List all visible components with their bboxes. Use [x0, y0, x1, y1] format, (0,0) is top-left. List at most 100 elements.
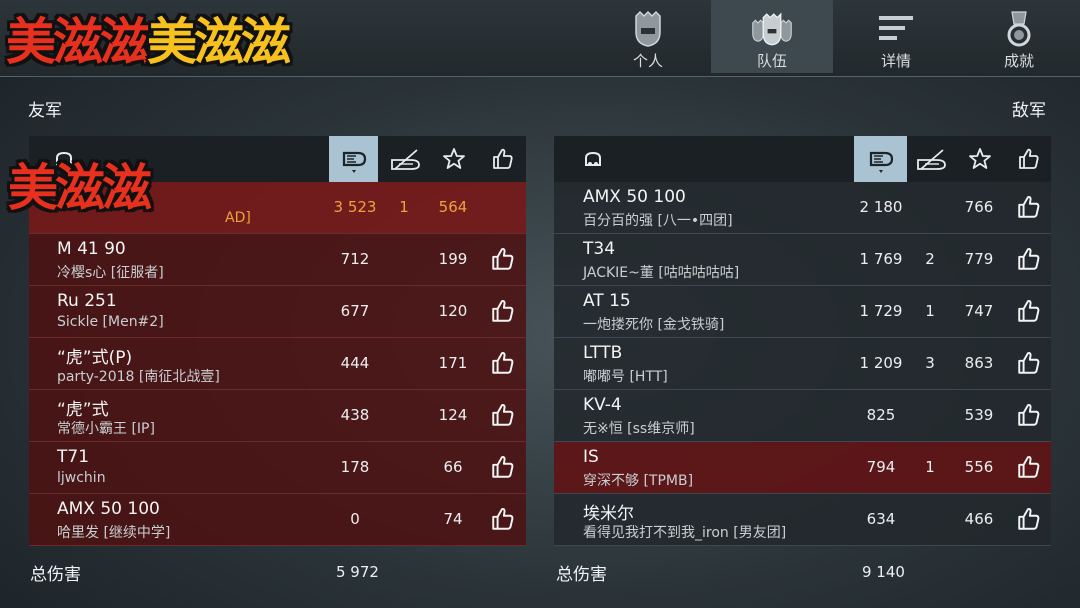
like-thumbs-up-icon[interactable] — [490, 454, 516, 480]
exp-value: 766 — [964, 198, 994, 216]
like-column-icon[interactable] — [1004, 136, 1053, 182]
like-column-icon[interactable] — [478, 136, 527, 182]
tab-personal[interactable]: 个人 — [587, 0, 709, 73]
like-thumbs-up-icon[interactable] — [1016, 402, 1042, 428]
player-name: 穿深不够 [TPMB] — [583, 473, 694, 489]
tab-achievements[interactable]: 成就 — [958, 0, 1080, 73]
kills-column-icon[interactable] — [381, 136, 430, 182]
enemy-total-damage-label: 总伤害 — [556, 565, 607, 585]
vehicle-name: “虎”式(P) — [57, 348, 133, 368]
player-name: 看得见我打不到我_iron [男友团] — [583, 525, 787, 541]
enemy-total-damage-value: 9 140 — [862, 563, 905, 581]
like-thumbs-up-icon[interactable] — [490, 298, 516, 324]
vehicle-name: LTTB — [583, 343, 623, 363]
sticker-overlay-top: 美滋滋美滋滋 — [6, 13, 291, 71]
damage-value: 444 — [340, 354, 370, 372]
kills-column-icon[interactable] — [907, 136, 956, 182]
achievement-medal-icon — [1007, 11, 1031, 47]
exp-value: 66 — [443, 458, 463, 476]
table-row[interactable]: M 41 90 冷樱s心 [征服者] 712 199 — [29, 234, 526, 286]
vehicle-name: AMX 50 100 — [57, 499, 160, 519]
exp-value: 171 — [438, 354, 468, 372]
vehicle-name: “虎”式 — [57, 400, 109, 420]
table-row[interactable]: AT 15 一炮搂死你 [金戈铁骑] 1 729 1 747 — [554, 286, 1051, 338]
enemy-team-title: 敌军 — [1012, 101, 1046, 121]
player-name: 无※恒 [ss维京师] — [583, 421, 695, 437]
ally-total-damage-label: 总伤害 — [30, 565, 81, 585]
like-thumbs-up-icon[interactable] — [1016, 506, 1042, 532]
like-thumbs-up-icon[interactable] — [490, 246, 516, 272]
table-row[interactable]: Ru 251 Sickle [Men#2] 677 120 — [29, 286, 526, 338]
damage-value: 2 180 — [859, 198, 903, 216]
exp-value: 124 — [438, 406, 468, 424]
table-row[interactable]: KV-4 无※恒 [ss维京师] 825 539 — [554, 390, 1051, 442]
table-row[interactable]: “虎”式(P) party-2018 [南征北战壹] 444 171 — [29, 338, 526, 390]
exp-value: 779 — [964, 250, 994, 268]
tab-personal-label: 个人 — [632, 52, 663, 70]
exp-value: 199 — [438, 250, 468, 268]
damage-shell-icon — [342, 151, 366, 173]
exp-value: 564 — [438, 198, 468, 216]
team-helmets-icon — [752, 12, 792, 46]
tab-team-label: 队伍 — [756, 52, 787, 70]
table-row[interactable]: “虎”式 常德小霸王 [IP] 438 124 — [29, 390, 526, 442]
exp-value: 466 — [964, 510, 994, 528]
like-thumbs-up-icon[interactable] — [1016, 298, 1042, 324]
like-thumbs-up-icon[interactable] — [490, 506, 516, 532]
player-name: 哈里发 [继续中学] — [57, 525, 171, 541]
player-name: party-2018 [南征北战壹] — [57, 369, 220, 385]
damage-value: 677 — [340, 302, 370, 320]
damage-value: 178 — [340, 458, 370, 476]
like-thumbs-up-icon[interactable] — [1016, 194, 1042, 220]
vehicle-name: T71 — [57, 447, 90, 467]
like-thumbs-up-icon[interactable] — [1016, 454, 1042, 480]
table-row[interactable]: 埃米尔 看得见我打不到我_iron [男友团] 634 466 — [554, 494, 1051, 546]
player-name: JACKIE~董 [咕咕咕咕咕] — [583, 265, 740, 281]
enemy-table-header — [554, 136, 1051, 182]
vehicle-name: KV-4 — [583, 395, 622, 415]
like-thumbs-up-icon[interactable] — [1016, 246, 1042, 272]
table-row[interactable]: T34 JACKIE~董 [咕咕咕咕咕] 1 769 2 779 — [554, 234, 1051, 286]
damage-value: 0 — [350, 510, 360, 528]
like-thumbs-up-icon[interactable] — [490, 350, 516, 376]
exp-value: 74 — [443, 510, 463, 528]
tab-details[interactable]: 详情 — [835, 0, 957, 73]
vehicle-name: M 41 90 — [57, 239, 126, 259]
table-row[interactable]: AMX 50 100 百分百的强 [八一•四团] 2 180 766 — [554, 182, 1051, 234]
damage-column-sort-button[interactable] — [329, 136, 378, 182]
exp-value: 863 — [964, 354, 994, 372]
ally-team-title: 友军 — [28, 101, 62, 121]
player-name: 常德小霸王 [IP] — [57, 421, 155, 437]
details-list-icon — [879, 16, 913, 40]
vehicle-name: AMX 50 100 — [583, 187, 686, 207]
sticker-overlay-middle: 美滋滋 — [8, 159, 152, 217]
damage-value: 438 — [340, 406, 370, 424]
like-thumbs-up-icon[interactable] — [1016, 350, 1042, 376]
enemy-table: AMX 50 100 百分百的强 [八一•四团] 2 180 766 T34 JACKIE… — [554, 136, 1051, 546]
like-thumbs-up-icon[interactable] — [490, 402, 516, 428]
exp-star-icon[interactable] — [429, 136, 478, 182]
vehicle-name: T34 — [583, 239, 616, 259]
vehicle-column-icon[interactable] — [568, 136, 617, 182]
player-name: Sickle [Men#2] — [57, 314, 164, 330]
vehicle-name: IS — [583, 447, 599, 467]
table-row[interactable]: AMX 50 100 哈里发 [继续中学] 0 74 — [29, 494, 526, 546]
tab-team[interactable]: 队伍 — [711, 0, 833, 73]
player-name: AD] — [225, 210, 251, 226]
player-name: ljwchin — [57, 470, 106, 486]
damage-value: 634 — [866, 510, 896, 528]
damage-column-sort-button[interactable] — [854, 136, 907, 182]
player-name: 一炮搂死你 [金戈铁骑] — [583, 317, 725, 333]
player-name: 百分百的强 [八一•四团] — [583, 213, 733, 229]
exp-value: 539 — [964, 406, 994, 424]
damage-value: 825 — [866, 406, 896, 424]
table-row[interactable]: IS 穿深不够 [TPMB] 794 1 556 — [554, 442, 1051, 494]
table-row[interactable]: T71 ljwchin 178 66 — [29, 442, 526, 494]
damage-value: 712 — [340, 250, 370, 268]
vehicle-name: 埃米尔 — [583, 504, 634, 524]
tab-achievements-label: 成就 — [1003, 52, 1034, 70]
exp-star-icon[interactable] — [955, 136, 1004, 182]
table-row[interactable]: LTTB 嘟嘟号 [HTT] 1 209 3 863 — [554, 338, 1051, 390]
exp-value: 747 — [964, 302, 994, 320]
personal-helmet-icon — [635, 10, 661, 47]
